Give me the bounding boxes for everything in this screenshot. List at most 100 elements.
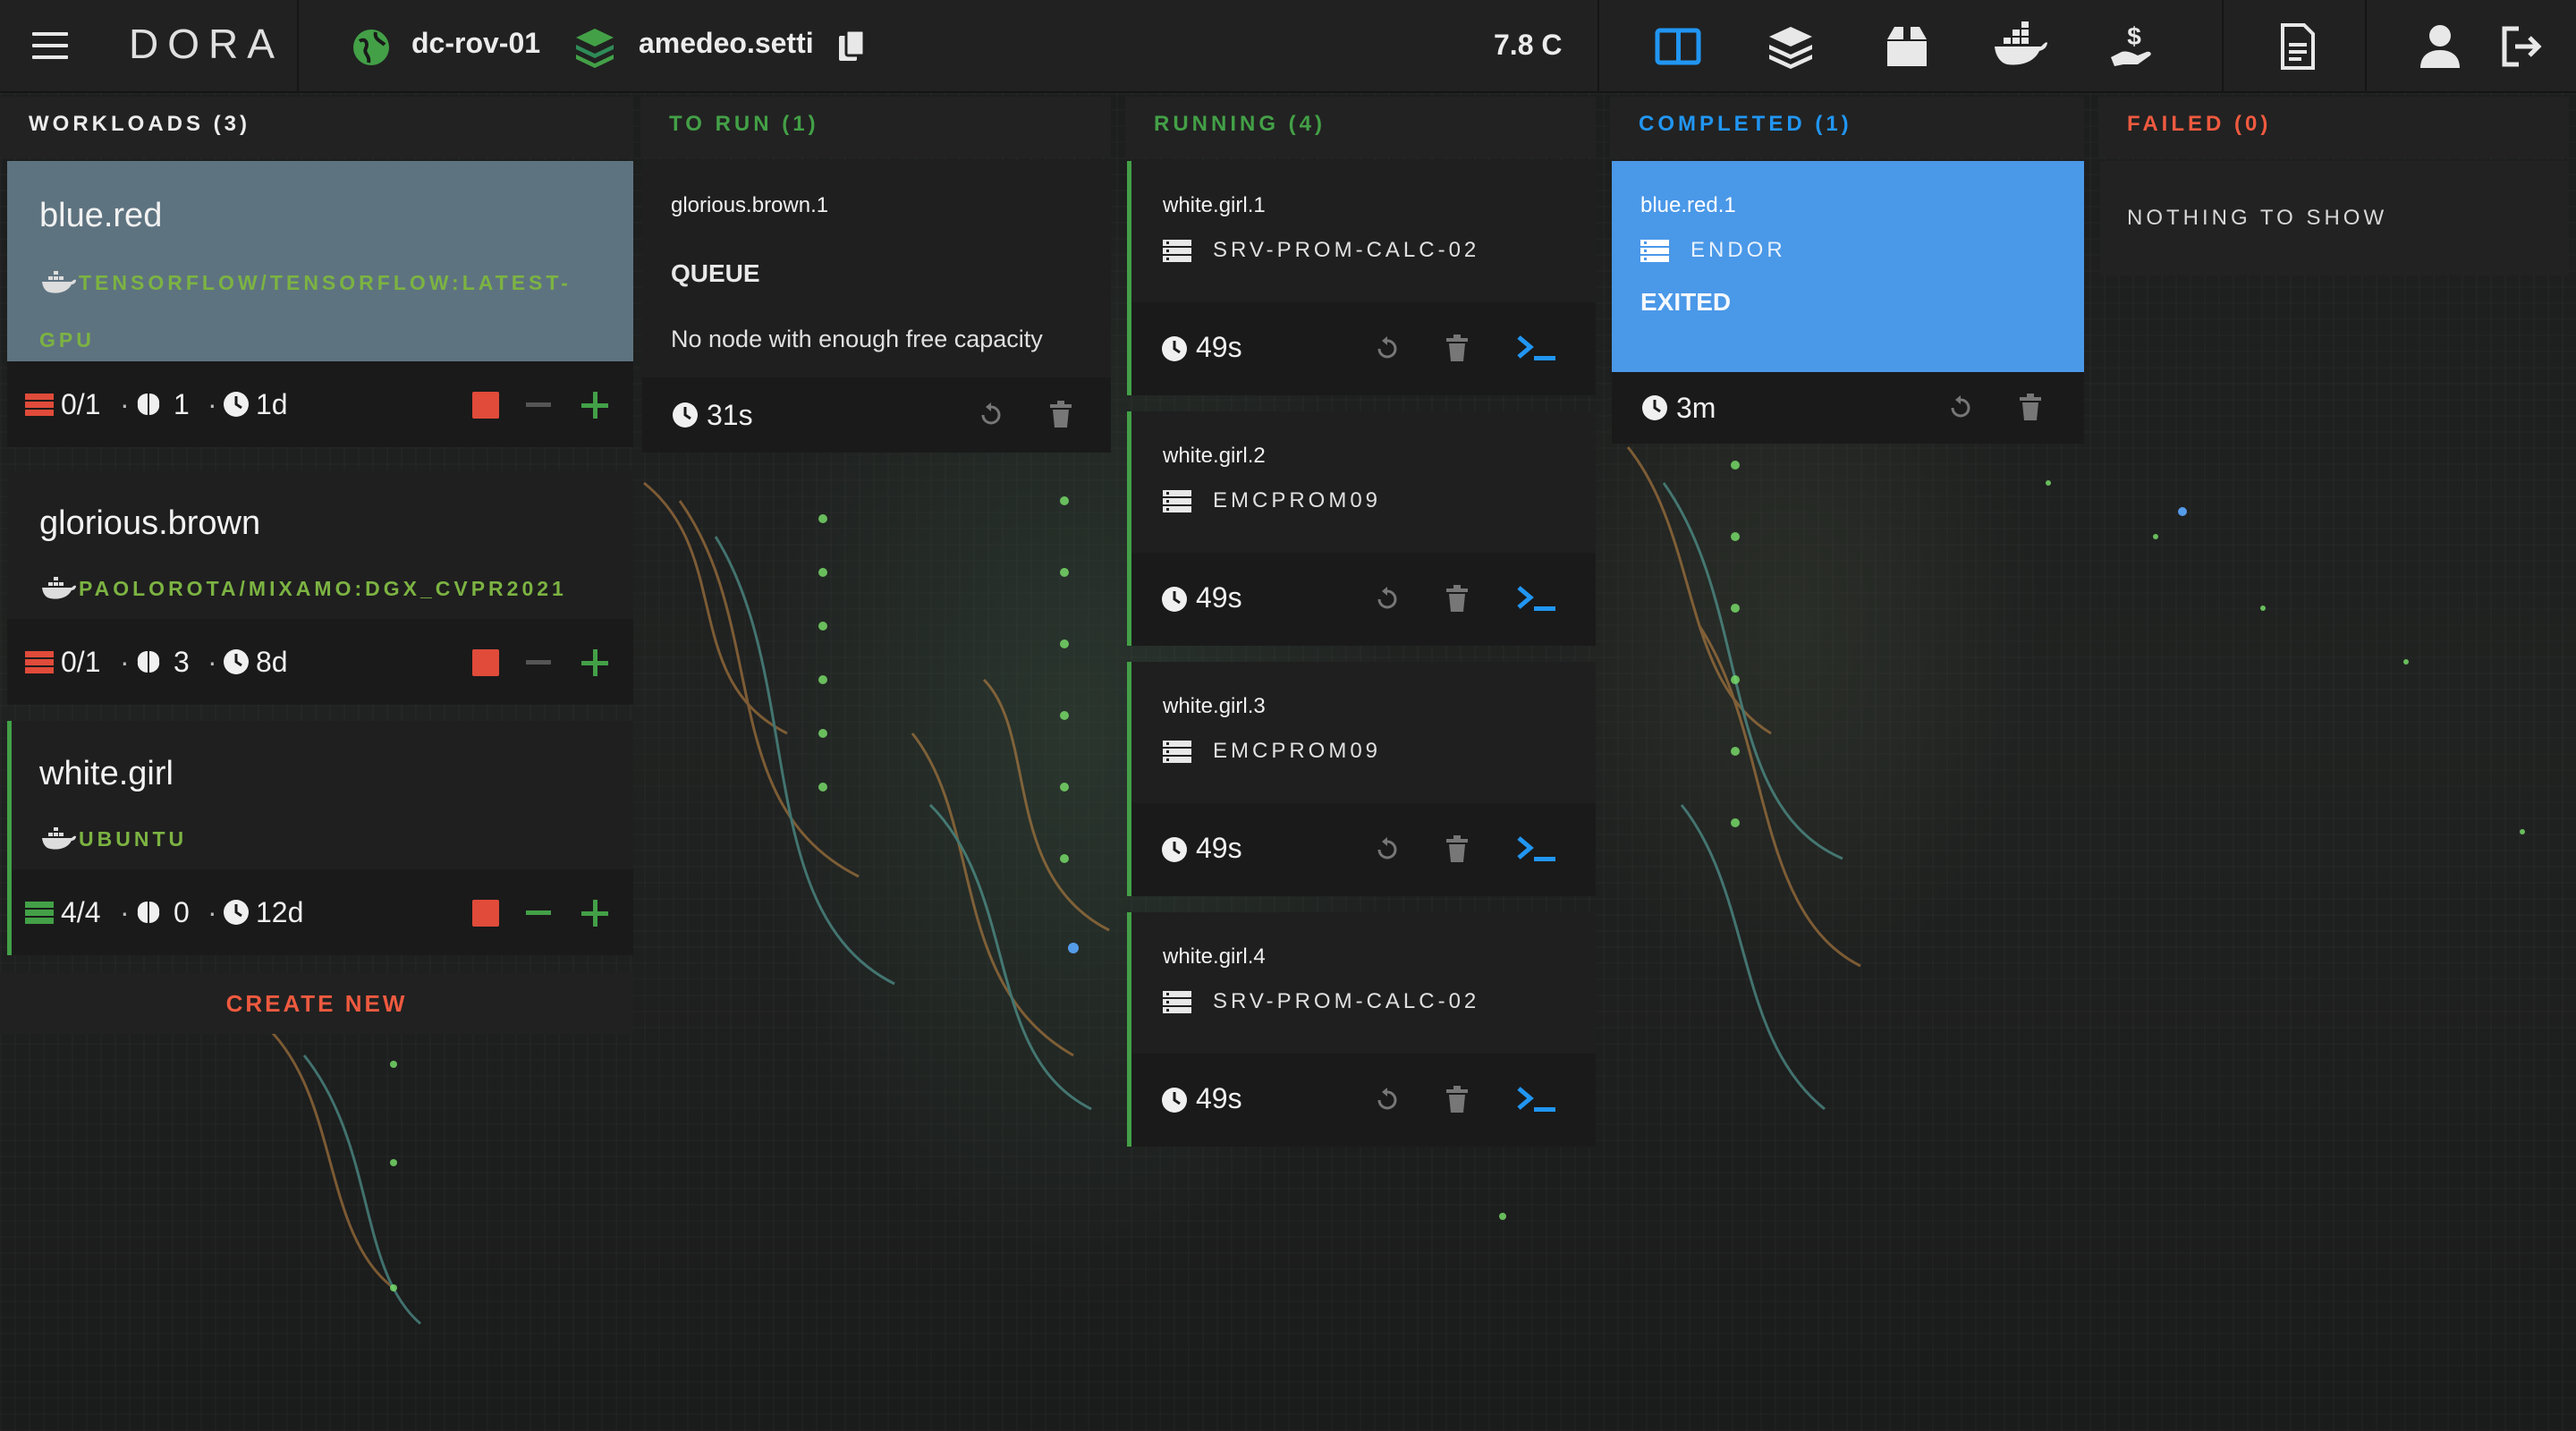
- workload-card-footer: 0/1 · 3 · 8d: [7, 619, 633, 705]
- divider: [1597, 0, 1599, 93]
- clock-icon: [1642, 395, 1667, 420]
- scale-up-button[interactable]: [580, 390, 610, 420]
- separator: ·: [120, 896, 130, 928]
- logout-icon[interactable]: [2497, 21, 2547, 72]
- job-elapsed: 3m: [1676, 392, 1716, 424]
- job-status: EXITED: [1640, 288, 1732, 316]
- trash-icon[interactable]: [2020, 394, 2041, 420]
- replicas-count: 4/4: [61, 896, 101, 928]
- clock-icon: [1162, 1088, 1187, 1113]
- running-job-card[interactable]: white.girl.1 SRV-PROM-CALC-02 49s: [1127, 161, 1596, 395]
- terminal-icon[interactable]: [1516, 585, 1557, 612]
- workload-age: 8d: [256, 646, 288, 678]
- workload-image-cont: GPU: [39, 328, 95, 351]
- workload-card-header[interactable]: blue.red TENSORFLOW/TENSORFLOW:LATEST- G…: [7, 161, 633, 368]
- restart-icon[interactable]: [1375, 837, 1400, 862]
- brain-icon: [137, 394, 160, 415]
- running-job-card[interactable]: white.girl.2 EMCPROM09 49s: [1127, 411, 1596, 646]
- workload-age: 12d: [256, 896, 304, 928]
- divider: [2365, 0, 2367, 93]
- scale-up-button[interactable]: [580, 898, 610, 928]
- brain-icon: [137, 651, 160, 673]
- terminal-icon[interactable]: [1516, 334, 1557, 361]
- divider: [297, 0, 299, 93]
- zone-selector[interactable]: dc-rov-01: [411, 27, 540, 60]
- docker-icon[interactable]: [1993, 21, 2048, 72]
- hamburger-menu-icon[interactable]: [32, 32, 68, 61]
- job-name: white.girl.4: [1163, 944, 1266, 969]
- job-node-name: EMCPROM09: [1213, 488, 1382, 512]
- restart-icon[interactable]: [1375, 336, 1400, 361]
- clock-icon: [224, 392, 249, 417]
- clock-icon: [1162, 587, 1187, 612]
- scale-down-button[interactable]: [526, 660, 551, 665]
- workload-card[interactable]: glorious.brown PAOLOROTA/MIXAMO:DGX_CVPR…: [7, 470, 633, 705]
- restart-icon[interactable]: [979, 402, 1004, 428]
- to-run-column-header: TO RUN (1): [640, 97, 1111, 157]
- clock-icon: [673, 402, 698, 428]
- server-icon: [1163, 740, 1191, 763]
- workload-card[interactable]: white.girl UBUNTU 4/4 · 0 · 12d: [7, 721, 633, 955]
- workload-card[interactable]: blue.red TENSORFLOW/TENSORFLOW:LATEST- G…: [7, 161, 633, 447]
- restart-icon[interactable]: [1375, 1088, 1400, 1113]
- clock-icon: [1162, 336, 1187, 361]
- gpu-count: 0: [174, 896, 190, 928]
- job-card-footer: 49s: [1131, 553, 1596, 646]
- scale-up-button[interactable]: [580, 648, 610, 678]
- job-elapsed: 49s: [1196, 581, 1242, 614]
- docker-icon: [42, 271, 76, 293]
- scale-down-button[interactable]: [526, 910, 551, 915]
- job-elapsed: 49s: [1196, 331, 1242, 363]
- restart-icon[interactable]: [1375, 587, 1400, 612]
- trash-icon[interactable]: [1446, 585, 1468, 612]
- copy-icon[interactable]: [837, 29, 866, 63]
- workload-image: UBUNTU: [79, 827, 188, 851]
- job-reason: No node with enough free capacity: [671, 326, 1043, 352]
- restart-icon[interactable]: [1948, 395, 1973, 420]
- workload-age: 1d: [256, 388, 288, 420]
- stop-button[interactable]: [472, 900, 499, 927]
- failed-empty-state: NOTHING TO SHOW: [2100, 161, 2569, 275]
- gpu-count: 3: [174, 646, 190, 678]
- job-node: EMCPROM09: [1163, 739, 1381, 764]
- job-node: SRV-PROM-CALC-02: [1163, 989, 1479, 1014]
- completed-job-card[interactable]: blue.red.1 ENDOR EXITED 3m: [1612, 161, 2084, 444]
- temperature-readout: 7.8 C: [1494, 29, 1563, 61]
- board-icon[interactable]: [1653, 21, 1703, 72]
- trash-icon[interactable]: [1446, 835, 1468, 862]
- workload-card-header[interactable]: glorious.brown PAOLOROTA/MIXAMO:DGX_CVPR…: [7, 470, 633, 619]
- workload-card-header[interactable]: white.girl UBUNTU: [12, 721, 633, 869]
- money-hand-icon[interactable]: $: [2107, 21, 2157, 72]
- running-job-card[interactable]: white.girl.3 EMCPROM09 49s: [1127, 662, 1596, 896]
- separator: ·: [120, 388, 130, 420]
- trash-icon[interactable]: [1446, 334, 1468, 361]
- trash-icon[interactable]: [1446, 1086, 1468, 1113]
- clock-icon: [224, 900, 249, 925]
- workload-card-footer: 4/4 · 0 · 12d: [12, 869, 633, 955]
- running-job-card[interactable]: white.girl.4 SRV-PROM-CALC-02 49s: [1127, 912, 1596, 1147]
- package-icon[interactable]: [1882, 21, 1932, 72]
- separator: ·: [208, 646, 217, 678]
- terminal-icon[interactable]: [1516, 1086, 1557, 1113]
- workspace-layers-icon: [576, 29, 614, 68]
- trash-icon[interactable]: [1050, 401, 1072, 428]
- stop-button[interactable]: [472, 392, 499, 419]
- layers-icon[interactable]: [1766, 21, 1816, 72]
- failed-column-header: FAILED (0): [2098, 97, 2569, 157]
- stop-button[interactable]: [472, 649, 499, 676]
- completed-job-header[interactable]: blue.red.1 ENDOR EXITED: [1612, 161, 2084, 372]
- docker-icon: [42, 577, 76, 599]
- scale-down-button[interactable]: [526, 402, 551, 407]
- completed-column-header: COMPLETED (1): [1610, 97, 2084, 157]
- separator: ·: [208, 896, 217, 928]
- terminal-icon[interactable]: [1516, 835, 1557, 862]
- queued-job-card[interactable]: glorious.brown.1 QUEUE No node with enou…: [642, 161, 1111, 453]
- gpu-count: 1: [174, 388, 190, 420]
- document-icon[interactable]: [2272, 21, 2322, 72]
- job-node-name: SRV-PROM-CALC-02: [1213, 989, 1480, 1013]
- clock-icon: [224, 649, 249, 674]
- workspace-user[interactable]: amedeo.setti: [639, 27, 814, 60]
- create-new-button[interactable]: CREATE NEW: [0, 973, 633, 1034]
- job-card-footer: 49s: [1131, 803, 1596, 896]
- user-icon[interactable]: [2415, 21, 2465, 72]
